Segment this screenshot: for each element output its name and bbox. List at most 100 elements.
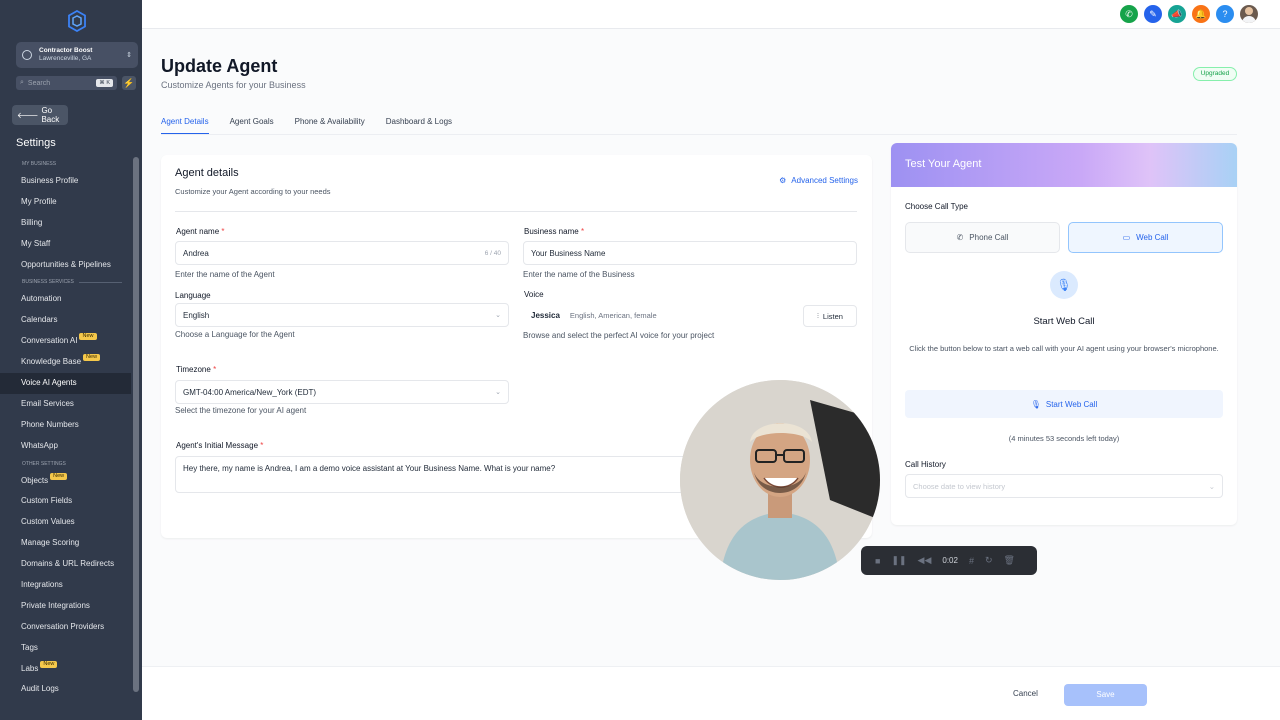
test-agent-title: Test Your Agent (891, 143, 1237, 187)
voice-hint: Browse and select the perfect AI voice f… (523, 331, 715, 340)
recording-toolbar: ■ ❚❚ ◀◀ 0:02 # ↻ 🗑 (861, 546, 1037, 575)
section-my-business: MY BUSINESS (22, 161, 57, 167)
web-call-option[interactable]: ▭ Web Call (1068, 222, 1223, 253)
save-button[interactable]: Save (1064, 684, 1147, 706)
go-back-label: Go Back (41, 106, 60, 124)
grid-icon[interactable]: # (969, 556, 974, 566)
new-badge: New (79, 333, 97, 341)
stop-icon[interactable]: ■ (875, 556, 880, 566)
cancel-button[interactable]: Cancel (1013, 689, 1038, 698)
recording-time: 0:02 (942, 556, 958, 565)
sidebar-item-objects[interactable]: Objects New (0, 471, 131, 492)
phone-call-option[interactable]: ✆ Phone Call (905, 222, 1060, 253)
rewind-icon[interactable]: ◀◀ (918, 555, 932, 566)
sidebar-item-conversation-providers[interactable]: Conversation Providers (0, 617, 131, 638)
start-web-call-heading: Start Web Call (1033, 316, 1095, 327)
sidebar-item-custom-values[interactable]: Custom Values (0, 512, 131, 533)
sidebar-item-integrations[interactable]: Integrations (0, 575, 131, 596)
agent-name-input[interactable]: Andrea 6 / 40 (175, 241, 509, 265)
sidebar-item-tags[interactable]: Tags (0, 638, 131, 659)
tab-agent-goals[interactable]: Agent Goals (230, 117, 274, 134)
sidebar-item-private-integrations[interactable]: Private Integrations (0, 596, 131, 617)
tab-agent-details[interactable]: Agent Details (161, 117, 209, 134)
advanced-settings-link[interactable]: ⚙ Advanced Settings (779, 176, 858, 185)
quick-actions-bolt-icon[interactable]: ⚡ (122, 76, 136, 90)
gear-icon: ⚙ (779, 176, 787, 185)
sidebar-item-opportunities[interactable]: Opportunities & Pipelines (0, 255, 131, 276)
sidebar-item-conversation-ai[interactable]: Conversation AI New (0, 331, 131, 352)
form-footer: Cancel Save (142, 666, 1280, 720)
sidebar-item-audit-logs[interactable]: Audit Logs (0, 679, 131, 700)
bell-icon[interactable]: 🔔 (1192, 5, 1210, 23)
trash-icon[interactable]: 🗑 (1004, 555, 1015, 566)
language-value: English (183, 310, 210, 320)
phone-icon[interactable]: ✆ (1120, 5, 1138, 23)
call-type-label: Choose Call Type (905, 202, 968, 211)
business-name-input[interactable]: Your Business Name (523, 241, 857, 265)
sidebar-item-my-staff[interactable]: My Staff (0, 234, 131, 255)
section-other-settings: OTHER SETTINGS (22, 460, 66, 467)
search-placeholder: Search (27, 79, 51, 87)
new-badge: New (40, 660, 58, 668)
user-avatar[interactable] (1240, 5, 1258, 23)
app-root: Contractor Boost Lawrenceville, GA ⇕ ⌕ S… (0, 0, 1280, 720)
sidebar-item-custom-fields[interactable]: Custom Fields (0, 491, 131, 512)
card-divider (175, 211, 857, 212)
business-name-value: Your Business Name (531, 248, 606, 258)
sidebar-item-domains[interactable]: Domains & URL Redirects (0, 554, 131, 575)
sidebar-item-manage-scoring[interactable]: Manage Scoring (0, 533, 131, 554)
sidebar-item-voice-ai-agents[interactable]: Voice AI Agents (0, 373, 131, 394)
agent-name-label: Agent name * (176, 227, 225, 236)
sidebar-item-phone-numbers[interactable]: Phone Numbers (0, 415, 131, 436)
sidebar-scrollbar[interactable] (133, 157, 139, 692)
location-name: Contractor Boost (39, 47, 93, 54)
sidebar-item-calendars[interactable]: Calendars (0, 310, 131, 331)
sidebar-item-billing[interactable]: Billing (0, 213, 131, 234)
timezone-select[interactable]: GMT-04:00 America/New_York (EDT) ⌄ (175, 380, 509, 404)
announcement-icon[interactable]: 📣 (1168, 5, 1186, 23)
new-badge: New (50, 472, 68, 480)
listen-button[interactable]: ⫶ Listen (803, 305, 857, 327)
section-business-services: BUSINESS SERVICES (0, 275, 131, 289)
location-pin-icon (22, 50, 32, 60)
timezone-value: GMT-04:00 America/New_York (EDT) (183, 387, 317, 397)
marketing-icon[interactable]: ✎ (1144, 5, 1162, 23)
waveform-icon: ⫶ (817, 311, 819, 320)
call-history-label: Call History (905, 460, 946, 469)
timezone-label: Timezone * (176, 365, 217, 374)
call-history-date-picker[interactable]: Choose date to view history ⌄ (905, 474, 1223, 498)
test-agent-panel: Test Your Agent Choose Call Type ✆ Phone… (891, 143, 1237, 525)
page-subtitle: Customize Agents for your Business (161, 80, 306, 90)
tab-phone-availability[interactable]: Phone & Availability (295, 117, 365, 134)
chevron-down-icon: ⌄ (495, 389, 501, 396)
sidebar-item-automation[interactable]: Automation (0, 289, 131, 310)
go-back-button[interactable]: 🡐 Go Back (12, 105, 68, 125)
presenter-video-image (680, 380, 880, 580)
start-web-call-button[interactable]: 🎙 Start Web Call (905, 390, 1223, 418)
sidebar-item-email-services[interactable]: Email Services (0, 394, 131, 415)
voice-name: Jessica (531, 310, 560, 320)
agent-name-hint: Enter the name of the Agent (175, 270, 275, 279)
agent-name-char-count: 6 / 40 (484, 249, 501, 257)
tabs-divider (161, 134, 1237, 135)
restart-icon[interactable]: ↻ (985, 555, 993, 566)
pause-icon[interactable]: ❚❚ (891, 555, 906, 566)
sidebar-search[interactable]: ⌕ Search ⌘ K (16, 76, 117, 90)
app-logo-icon[interactable] (66, 10, 88, 32)
help-icon[interactable]: ? (1216, 5, 1234, 23)
tab-dashboard-logs[interactable]: Dashboard & Logs (386, 117, 452, 134)
page-title: Update Agent (161, 56, 278, 76)
agent-tabs: Agent Details Agent Goals Phone & Availa… (161, 117, 473, 134)
voice-select[interactable]: Jessica English, American, female (523, 303, 795, 327)
sidebar-item-business-profile[interactable]: Business Profile (0, 171, 131, 192)
upgraded-badge: Upgraded (1193, 67, 1237, 81)
language-select[interactable]: English ⌄ (175, 303, 509, 327)
search-shortcut: ⌘ K (96, 79, 113, 87)
sidebar-item-whatsapp[interactable]: WhatsApp (0, 436, 131, 457)
sidebar-item-labs[interactable]: Labs New (0, 659, 131, 680)
language-hint: Choose a Language for the Agent (175, 330, 295, 339)
sidebar-item-my-profile[interactable]: My Profile (0, 192, 131, 213)
sidebar-item-knowledge-base[interactable]: Knowledge Base New (0, 352, 131, 373)
settings-nav: MY BUSINESS Business Profile My Profile … (0, 157, 131, 700)
location-switcher[interactable]: Contractor Boost Lawrenceville, GA ⇕ (16, 42, 138, 68)
